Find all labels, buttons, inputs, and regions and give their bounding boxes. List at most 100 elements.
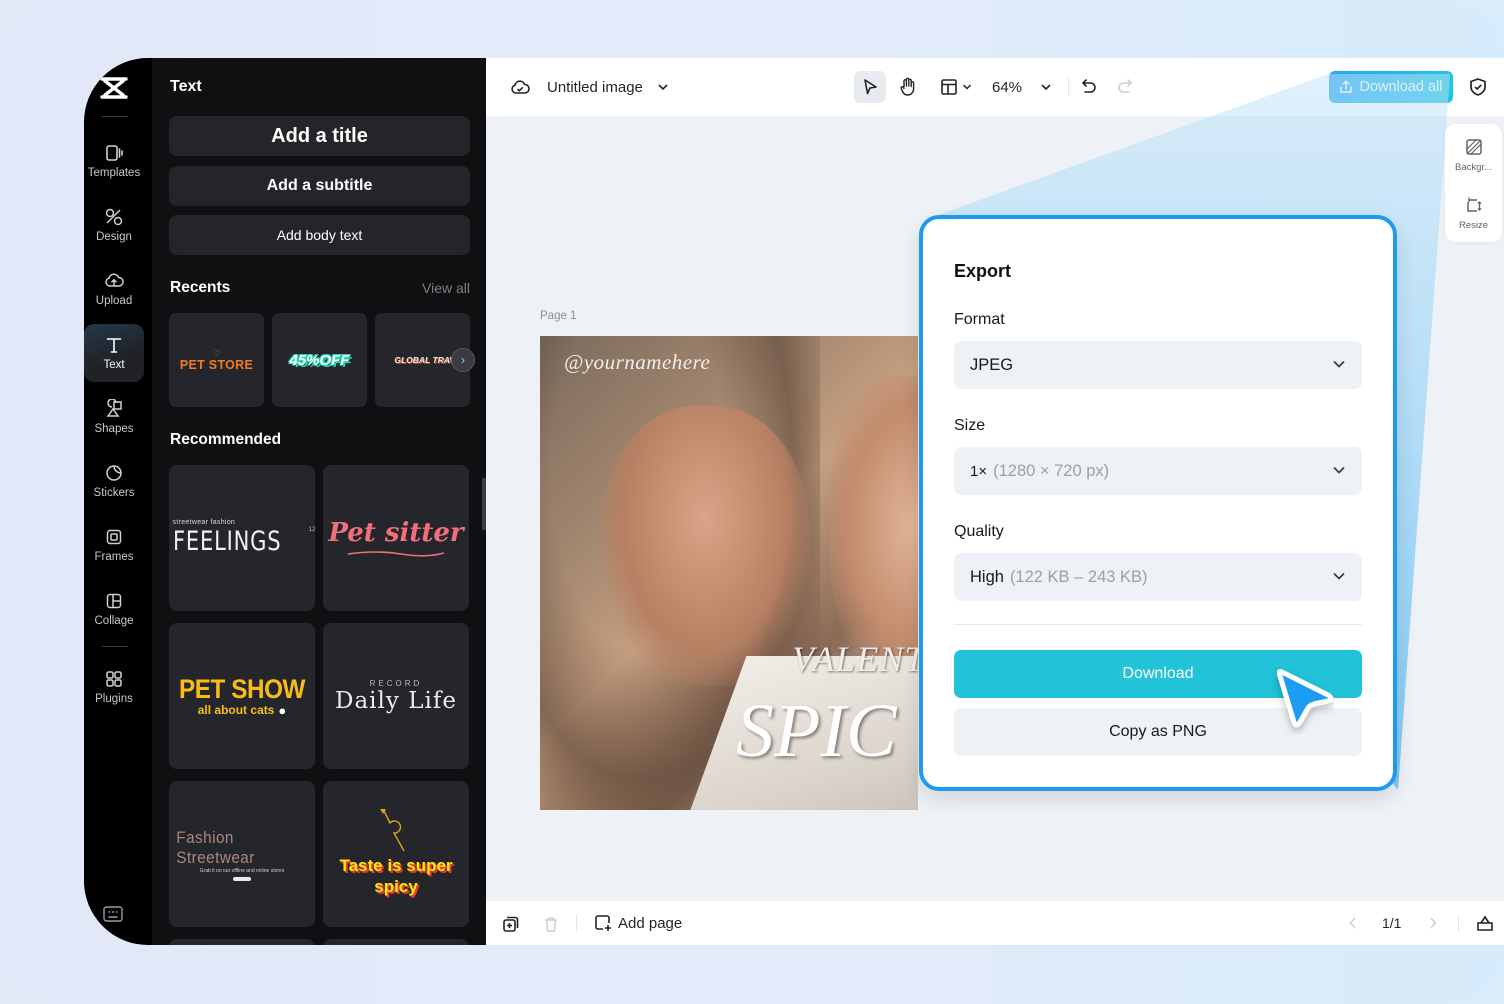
recommended-text-template[interactable]: Taste is super spicy [323,781,469,927]
rail-item-text[interactable]: Text [84,324,144,382]
undo-icon[interactable] [1080,77,1098,97]
add-subtitle-button[interactable]: Add a subtitle [169,166,470,206]
art-headline-line1[interactable]: VALENT [792,638,918,680]
collage-icon [106,593,122,609]
rail-item-frames[interactable]: Frames [84,516,144,574]
chevron-down-icon [1333,572,1345,580]
format-label: Format [954,311,1005,328]
format-select[interactable]: JPEG [954,341,1362,389]
rail-label: Frames [94,551,134,563]
size-select[interactable]: 1× (1280 × 720 px) [954,447,1362,495]
download-button[interactable]: Download [954,650,1362,698]
art-headline-line2[interactable]: SPIC [736,688,896,775]
left-rail: Templates Design Upload Text Shapes Stic… [84,58,152,945]
copy-as-png-button[interactable]: Copy as PNG [954,708,1362,756]
rail-label: Plugins [95,693,133,705]
add-page-button[interactable]: Add page [594,912,682,934]
cloud-saved-icon[interactable] [510,78,530,96]
previous-page-icon[interactable] [1348,916,1358,930]
select-tool-button[interactable] [854,71,886,103]
rail-item-templates[interactable]: Templates [84,132,144,190]
chevron-down-icon[interactable] [657,82,669,92]
artboard-image[interactable]: @yournamehere VALENT SPIC [540,336,918,810]
next-page-icon[interactable] [1428,916,1438,930]
rail-label: Templates [87,167,141,179]
recommended-text-template[interactable]: Fashion Streetwear Grab it on our offlin… [169,781,315,927]
plugins-icon [106,671,122,687]
recommended-text-template[interactable]: PET SHOW all about cats ● [169,623,315,769]
recommended-heading: Recommended [170,431,282,448]
chevron-down-icon [1333,360,1345,368]
recommended-text-template[interactable] [323,939,469,945]
layout-menu-button[interactable] [936,71,976,103]
recent-text-template[interactable]: ♡ PET STORE [169,313,264,407]
size-value: 1× [970,462,988,480]
template-text: Taste is super spicy [339,856,453,896]
capcut-logo[interactable] [99,76,129,100]
rail-label: Upload [95,295,133,307]
recent-text-template[interactable]: 45%OFF [272,313,367,407]
art-handle-text[interactable]: @yournamehere [564,350,710,375]
recents-next-button[interactable]: › [451,348,475,372]
side-tool-label: Backgr... [1455,162,1492,173]
template-pill [233,876,251,881]
hand-tool-button[interactable] [892,71,924,103]
size-label: Size [954,417,986,434]
template-text: 45%OFF [289,351,350,369]
panel-title: Text [170,78,202,95]
view-all-link[interactable]: View all [422,280,470,296]
rail-item-design[interactable]: Design [84,196,144,254]
template-badge: 12 [308,527,315,533]
add-body-text-button[interactable]: Add body text [169,215,470,255]
rail-item-stickers[interactable]: Stickers [84,452,144,510]
download-all-button[interactable]: Download all [1329,71,1453,103]
expand-panel-icon[interactable] [1476,914,1494,932]
keyboard-icon[interactable] [103,906,123,922]
template-text: Pet sitter [328,518,464,548]
quality-select[interactable]: High (122 KB – 243 KB) [954,553,1362,601]
art-face [600,406,810,686]
rail-item-collage[interactable]: Collage [84,580,144,638]
template-text: Fashion Streetwear [176,827,255,867]
heart-icon: ♡ [212,347,221,358]
recommended-text-template[interactable]: streetwear fashion FEELINGS 12 [169,465,315,611]
layout-icon [941,79,957,95]
template-subtext: all about cats [197,703,275,717]
add-title-button[interactable]: Add a title [169,116,470,156]
recommended-text-template[interactable]: Pet sitter [323,465,469,611]
resize-tool[interactable]: Resize [1445,196,1502,231]
upload-cloud-icon [105,273,124,287]
redo-icon[interactable] [1116,77,1134,97]
duplicate-page-icon[interactable] [502,915,520,933]
background-tool[interactable]: Backgr... [1445,138,1502,173]
rail-label: Text [103,359,125,371]
shield-check-icon[interactable] [1469,77,1487,97]
rail-label: Design [96,231,132,243]
rail-item-upload[interactable]: Upload [84,260,144,318]
rail-label: Collage [94,615,134,627]
export-title: Export [954,261,1012,281]
download-all-label: Download all [1359,79,1443,95]
rail-item-plugins[interactable]: Plugins [84,658,144,716]
bottom-divider [1458,914,1459,932]
zoom-chevron-down-icon[interactable] [1040,82,1052,92]
arrow-doodle [380,809,405,852]
frames-icon [106,529,122,545]
rail-item-shapes[interactable]: Shapes [84,388,144,446]
template-subtext: streetwear fashion [172,519,236,526]
page-label: Page 1 [540,310,577,322]
recents-heading: Recents [170,279,231,296]
templates-icon [106,145,123,161]
quality-value: High [970,567,1004,586]
art-face-secondary [830,376,918,676]
delete-page-icon[interactable] [543,915,559,933]
recommended-text-template[interactable]: RECORD Daily Life [323,623,469,769]
recommended-text-template[interactable] [169,939,315,945]
document-title[interactable]: Untitled image [547,76,643,98]
template-text: PET STORE [179,357,254,372]
shapes-icon [106,399,122,417]
text-panel: Text Add a title Add a subtitle Add body… [152,58,486,945]
export-dialog: Export Format JPEG Size 1× (1280 × 720 p… [919,215,1397,791]
rail-divider [102,646,128,647]
zoom-level[interactable]: 64% [992,76,1022,98]
